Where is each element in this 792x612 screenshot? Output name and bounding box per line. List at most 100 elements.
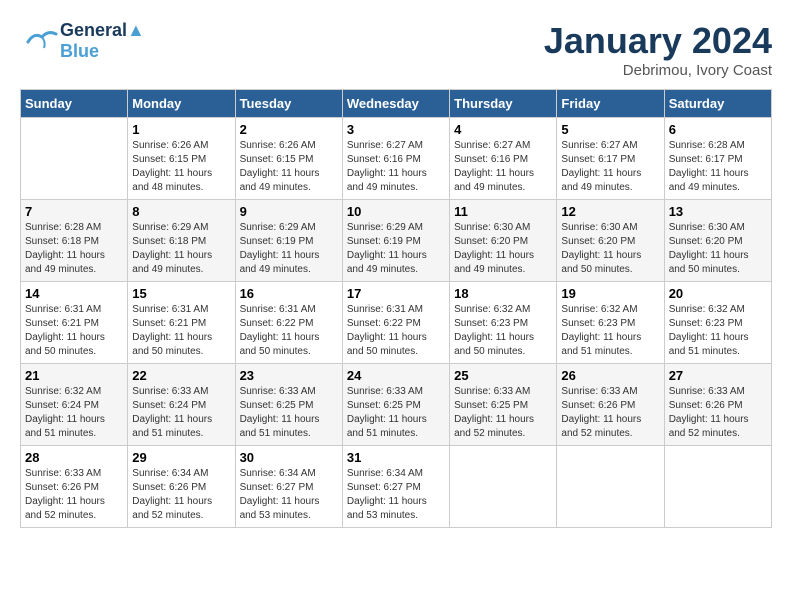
calendar-cell: 14Sunrise: 6:31 AMSunset: 6:21 PMDayligh… xyxy=(21,282,128,364)
day-number: 10 xyxy=(347,204,445,219)
calendar-cell: 27 Sunrise: 6:33 AMSunset: 6:26 PMDayligh… xyxy=(664,364,771,446)
calendar-cell: 15 Sunrise: 6:31 AMSunset: 6:21 PMDayligh… xyxy=(128,282,235,364)
day-number: 4 xyxy=(454,122,552,137)
day-header-thursday: Thursday xyxy=(450,90,557,118)
day-number: 26 xyxy=(561,368,659,383)
calendar-cell: 22Sunrise: 6:33 AMSunset: 6:24 PMDayligh… xyxy=(128,364,235,446)
calendar-cell: 29Sunrise: 6:34 AMSunset: 6:26 PMDayligh… xyxy=(128,446,235,528)
day-info: Sunrise: 6:33 AMSunset: 6:26 PMDaylight:… xyxy=(25,467,123,523)
day-number: 21 xyxy=(25,368,123,383)
day-info: Sunrise: 6:27 AMSunset: 6:16 PMDaylight:… xyxy=(454,139,552,195)
day-header-saturday: Saturday xyxy=(664,90,771,118)
title-area: January 2024 Debrimou, Ivory Coast xyxy=(544,20,772,79)
day-number: 1 xyxy=(132,122,230,137)
calendar-cell: 31 Sunrise: 6:34 AMSunset: 6:27 PMDayligh… xyxy=(342,446,449,528)
calendar-cell: 13Sunrise: 6:30 AMSunset: 6:20 PMDayligh… xyxy=(664,200,771,282)
day-number: 11 xyxy=(454,204,552,219)
week-row-2: 7Sunrise: 6:28 AMSunset: 6:18 PMDaylight… xyxy=(21,200,772,282)
day-info: Sunrise: 6:33 AMSunset: 6:26 PMDaylight:… xyxy=(669,385,767,441)
day-info: Sunrise: 6:29 AMSunset: 6:18 PMDaylight:… xyxy=(132,221,230,277)
calendar-cell: 11 Sunrise: 6:30 AMSunset: 6:20 PMDayligh… xyxy=(450,200,557,282)
day-number: 8 xyxy=(132,204,230,219)
day-info: Sunrise: 6:28 AMSunset: 6:18 PMDaylight:… xyxy=(25,221,123,277)
week-row-5: 28 Sunrise: 6:33 AMSunset: 6:26 PMDayligh… xyxy=(21,446,772,528)
day-info: Sunrise: 6:26 AMSunset: 6:15 PMDaylight:… xyxy=(132,139,230,195)
day-info: Sunrise: 6:29 AMSunset: 6:19 PMDaylight:… xyxy=(347,221,445,277)
day-info: Sunrise: 6:30 AMSunset: 6:20 PMDaylight:… xyxy=(454,221,552,277)
day-number: 28 xyxy=(25,450,123,465)
week-row-4: 21 Sunrise: 6:32 AMSunset: 6:24 PMDayligh… xyxy=(21,364,772,446)
day-header-row: SundayMondayTuesdayWednesdayThursdayFrid… xyxy=(21,90,772,118)
calendar-cell: 7Sunrise: 6:28 AMSunset: 6:18 PMDaylight… xyxy=(21,200,128,282)
logo-text-block: General▲ Blue xyxy=(60,20,145,62)
day-info: Sunrise: 6:32 AMSunset: 6:23 PMDaylight:… xyxy=(454,303,552,359)
day-info: Sunrise: 6:27 AMSunset: 6:16 PMDaylight:… xyxy=(347,139,445,195)
month-title: January 2024 xyxy=(544,20,772,62)
day-info: Sunrise: 6:26 AMSunset: 6:15 PMDaylight:… xyxy=(240,139,338,195)
calendar-cell xyxy=(664,446,771,528)
calendar-cell: 12Sunrise: 6:30 AMSunset: 6:20 PMDayligh… xyxy=(557,200,664,282)
day-info: Sunrise: 6:31 AMSunset: 6:21 PMDaylight:… xyxy=(25,303,123,359)
day-info: Sunrise: 6:32 AMSunset: 6:23 PMDaylight:… xyxy=(669,303,767,359)
day-number: 31 xyxy=(347,450,445,465)
day-info: Sunrise: 6:33 AMSunset: 6:25 PMDaylight:… xyxy=(240,385,338,441)
day-info: Sunrise: 6:34 AMSunset: 6:27 PMDaylight:… xyxy=(240,467,338,523)
day-info: Sunrise: 6:33 AMSunset: 6:26 PMDaylight:… xyxy=(561,385,659,441)
calendar-cell xyxy=(450,446,557,528)
day-number: 13 xyxy=(669,204,767,219)
calendar-cell: 28 Sunrise: 6:33 AMSunset: 6:26 PMDayligh… xyxy=(21,446,128,528)
location-subtitle: Debrimou, Ivory Coast xyxy=(544,62,772,79)
calendar-cell: 5Sunrise: 6:27 AMSunset: 6:17 PMDaylight… xyxy=(557,118,664,200)
week-row-1: 1 Sunrise: 6:26 AMSunset: 6:15 PMDaylight… xyxy=(21,118,772,200)
calendar-cell: 24 Sunrise: 6:33 AMSunset: 6:25 PMDayligh… xyxy=(342,364,449,446)
day-number: 9 xyxy=(240,204,338,219)
day-info: Sunrise: 6:29 AMSunset: 6:19 PMDaylight:… xyxy=(240,221,338,277)
calendar-cell xyxy=(21,118,128,200)
day-header-sunday: Sunday xyxy=(21,90,128,118)
day-header-tuesday: Tuesday xyxy=(235,90,342,118)
calendar-cell: 25Sunrise: 6:33 AMSunset: 6:25 PMDayligh… xyxy=(450,364,557,446)
day-number: 2 xyxy=(240,122,338,137)
day-info: Sunrise: 6:32 AMSunset: 6:24 PMDaylight:… xyxy=(25,385,123,441)
day-info: Sunrise: 6:31 AMSunset: 6:22 PMDaylight:… xyxy=(347,303,445,359)
day-info: Sunrise: 6:31 AMSunset: 6:21 PMDaylight:… xyxy=(132,303,230,359)
header: General▲ Blue January 2024 Debrimou, Ivo… xyxy=(20,20,772,79)
calendar-cell: 20Sunrise: 6:32 AMSunset: 6:23 PMDayligh… xyxy=(664,282,771,364)
calendar-cell: 3Sunrise: 6:27 AMSunset: 6:16 PMDaylight… xyxy=(342,118,449,200)
day-number: 19 xyxy=(561,286,659,301)
calendar-cell: 26 Sunrise: 6:33 AMSunset: 6:26 PMDayligh… xyxy=(557,364,664,446)
day-info: Sunrise: 6:31 AMSunset: 6:22 PMDaylight:… xyxy=(240,303,338,359)
calendar-cell: 23 Sunrise: 6:33 AMSunset: 6:25 PMDayligh… xyxy=(235,364,342,446)
calendar-cell: 21 Sunrise: 6:32 AMSunset: 6:24 PMDayligh… xyxy=(21,364,128,446)
calendar-cell: 30 Sunrise: 6:34 AMSunset: 6:27 PMDayligh… xyxy=(235,446,342,528)
week-row-3: 14Sunrise: 6:31 AMSunset: 6:21 PMDayligh… xyxy=(21,282,772,364)
day-header-wednesday: Wednesday xyxy=(342,90,449,118)
calendar-cell: 18 Sunrise: 6:32 AMSunset: 6:23 PMDayligh… xyxy=(450,282,557,364)
day-number: 24 xyxy=(347,368,445,383)
logo: General▲ Blue xyxy=(20,20,145,62)
day-number: 27 xyxy=(669,368,767,383)
calendar-cell: 9 Sunrise: 6:29 AMSunset: 6:19 PMDaylight… xyxy=(235,200,342,282)
calendar-cell: 4 Sunrise: 6:27 AMSunset: 6:16 PMDaylight… xyxy=(450,118,557,200)
calendar-cell: 6 Sunrise: 6:28 AMSunset: 6:17 PMDaylight… xyxy=(664,118,771,200)
day-info: Sunrise: 6:34 AMSunset: 6:27 PMDaylight:… xyxy=(347,467,445,523)
day-number: 29 xyxy=(132,450,230,465)
day-info: Sunrise: 6:33 AMSunset: 6:25 PMDaylight:… xyxy=(454,385,552,441)
day-info: Sunrise: 6:32 AMSunset: 6:23 PMDaylight:… xyxy=(561,303,659,359)
day-number: 30 xyxy=(240,450,338,465)
calendar-cell: 2 Sunrise: 6:26 AMSunset: 6:15 PMDaylight… xyxy=(235,118,342,200)
day-info: Sunrise: 6:28 AMSunset: 6:17 PMDaylight:… xyxy=(669,139,767,195)
day-header-friday: Friday xyxy=(557,90,664,118)
day-number: 15 xyxy=(132,286,230,301)
calendar-cell: 1 Sunrise: 6:26 AMSunset: 6:15 PMDaylight… xyxy=(128,118,235,200)
day-number: 23 xyxy=(240,368,338,383)
day-number: 6 xyxy=(669,122,767,137)
calendar-cell: 10 Sunrise: 6:29 AMSunset: 6:19 PMDayligh… xyxy=(342,200,449,282)
calendar-cell: 19 Sunrise: 6:32 AMSunset: 6:23 PMDayligh… xyxy=(557,282,664,364)
day-number: 5 xyxy=(561,122,659,137)
calendar-cell: 17Sunrise: 6:31 AMSunset: 6:22 PMDayligh… xyxy=(342,282,449,364)
day-number: 18 xyxy=(454,286,552,301)
calendar-cell: 8 Sunrise: 6:29 AMSunset: 6:18 PMDaylight… xyxy=(128,200,235,282)
day-info: Sunrise: 6:33 AMSunset: 6:25 PMDaylight:… xyxy=(347,385,445,441)
logo-icon xyxy=(20,22,58,60)
